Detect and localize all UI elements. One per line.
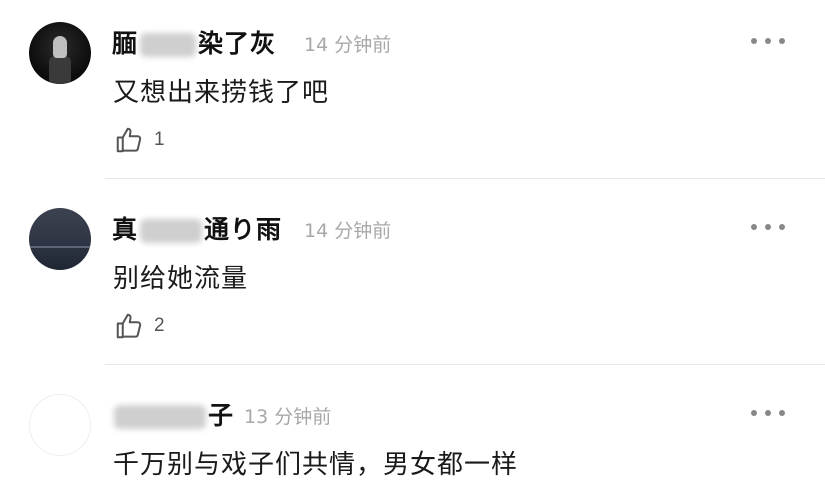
dot bbox=[765, 410, 771, 416]
comment-text: 又想出来捞钱了吧 bbox=[113, 78, 330, 108]
timestamp: 14 分钟前 bbox=[304, 34, 392, 56]
timestamp: 14 分钟前 bbox=[304, 220, 392, 242]
dot bbox=[779, 410, 785, 416]
more-dots-icon[interactable] bbox=[751, 222, 785, 232]
username-visible-left: 腼 bbox=[112, 29, 139, 58]
username-visible-right: 染了灰 bbox=[198, 29, 277, 58]
divider bbox=[105, 364, 825, 365]
username-visible-right: 子 bbox=[208, 401, 235, 430]
avatar-horizon bbox=[29, 246, 91, 248]
comment-text: 千万别与戏子们共情，男女都一样 bbox=[113, 450, 519, 480]
username-visible-left: 真 bbox=[112, 215, 139, 244]
redaction-blur bbox=[114, 405, 206, 429]
timestamp: 13 分钟前 bbox=[244, 406, 332, 428]
dot bbox=[751, 410, 757, 416]
username[interactable]: 子 bbox=[112, 396, 234, 432]
username[interactable]: 真 通り雨 bbox=[112, 210, 282, 246]
redaction-blur bbox=[140, 219, 203, 243]
avatar[interactable] bbox=[29, 22, 91, 84]
dot bbox=[765, 38, 771, 44]
dot bbox=[779, 224, 785, 230]
dot bbox=[765, 224, 771, 230]
avatar[interactable] bbox=[29, 208, 91, 270]
like-button[interactable]: 1 bbox=[114, 125, 165, 155]
like-button[interactable]: 2 bbox=[114, 311, 165, 341]
comment-text: 别给她流量 bbox=[113, 264, 249, 294]
avatar[interactable] bbox=[29, 394, 91, 456]
thumbs-up-icon bbox=[116, 313, 142, 339]
dot bbox=[751, 224, 757, 230]
redaction-blur bbox=[140, 33, 197, 57]
like-count: 2 bbox=[154, 315, 165, 336]
more-dots-icon[interactable] bbox=[751, 36, 785, 46]
thumbs-up-icon bbox=[116, 127, 142, 153]
divider bbox=[105, 178, 825, 179]
username[interactable]: 腼 染了灰 bbox=[112, 24, 276, 60]
username-visible-right: 通り雨 bbox=[204, 215, 283, 244]
like-count: 1 bbox=[154, 129, 165, 150]
avatar-figure-head bbox=[53, 36, 67, 58]
avatar-figure-body bbox=[49, 56, 71, 84]
dot bbox=[779, 38, 785, 44]
more-dots-icon[interactable] bbox=[751, 408, 785, 418]
dot bbox=[751, 38, 757, 44]
